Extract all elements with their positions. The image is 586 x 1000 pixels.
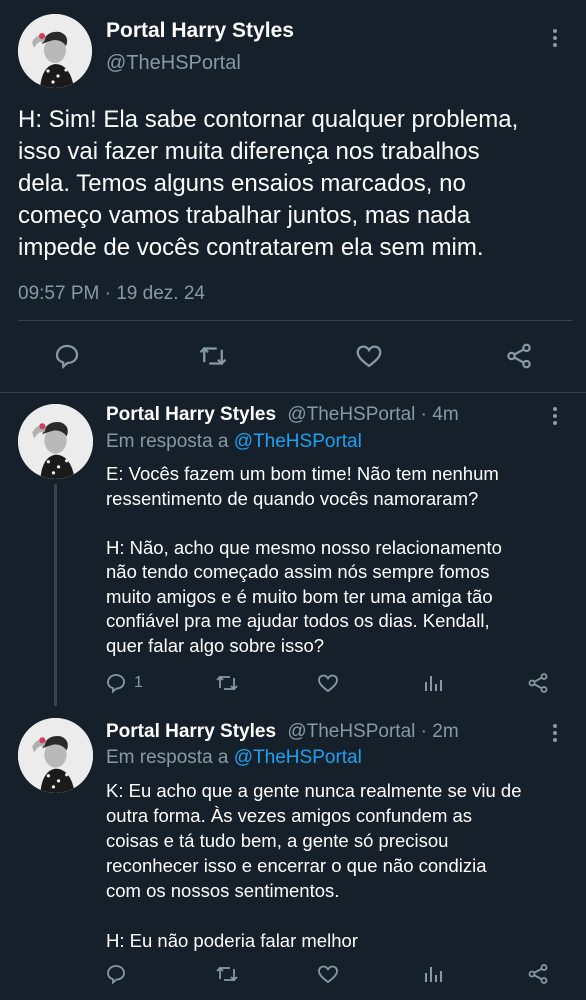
reply-icon[interactable]	[104, 671, 128, 695]
reply-context: Em resposta a @TheHSPortal	[106, 747, 362, 769]
tweet-text: K: Eu acho que a gente nunca realmente s…	[106, 780, 522, 951]
handle[interactable]: @TheHSPortal	[106, 52, 241, 75]
analytics-icon[interactable]	[421, 671, 445, 695]
handle[interactable]: @TheHSPortal	[287, 721, 415, 742]
reply-context: Em resposta a @TheHSPortal	[106, 431, 362, 453]
tweet-text: H: Sim! Ela sabe contornar qualquer prob…	[18, 106, 519, 261]
like-icon[interactable]	[316, 962, 340, 986]
more-icon[interactable]	[552, 29, 558, 50]
reply-to-link[interactable]: @TheHSPortal	[234, 431, 362, 452]
reply-icon[interactable]	[52, 341, 82, 371]
more-icon[interactable]	[552, 407, 558, 428]
divider	[18, 320, 572, 321]
avatar[interactable]	[18, 404, 93, 479]
share-icon[interactable]	[526, 671, 550, 695]
analytics-icon[interactable]	[421, 962, 445, 986]
avatar[interactable]	[18, 718, 93, 793]
like-icon[interactable]	[316, 671, 340, 695]
retweet-icon[interactable]	[215, 962, 239, 986]
reply-count: 1	[134, 674, 143, 691]
display-name[interactable]: Portal Harry Styles	[106, 721, 276, 742]
reply-prefix: Em resposta a	[106, 431, 229, 452]
retweet-icon[interactable]	[215, 671, 239, 695]
thread-line	[54, 484, 57, 706]
share-icon[interactable]	[504, 341, 534, 371]
relative-time[interactable]: · 4m	[421, 404, 459, 425]
reply-to-link[interactable]: @TheHSPortal	[234, 747, 362, 768]
handle[interactable]: @TheHSPortal	[287, 404, 415, 425]
display-name[interactable]: Portal Harry Styles	[106, 19, 294, 43]
timestamp[interactable]: 09:57 PM · 19 dez. 24	[18, 283, 205, 305]
reply-icon[interactable]	[104, 962, 128, 986]
avatar[interactable]	[18, 14, 92, 88]
retweet-icon[interactable]	[198, 341, 228, 371]
tweet-text: E: Vocês fazem um bom time! Não tem nenh…	[106, 463, 502, 656]
reply-header: Portal Harry Styles @TheHSPortal · 4m	[106, 404, 459, 426]
more-icon[interactable]	[552, 724, 558, 745]
reply-prefix: Em resposta a	[106, 747, 229, 768]
divider	[0, 392, 586, 393]
relative-time[interactable]: · 2m	[421, 721, 459, 742]
display-name[interactable]: Portal Harry Styles	[106, 404, 276, 425]
like-icon[interactable]	[354, 341, 384, 371]
reply-header: Portal Harry Styles @TheHSPortal · 2m	[106, 721, 459, 743]
share-icon[interactable]	[526, 962, 550, 986]
